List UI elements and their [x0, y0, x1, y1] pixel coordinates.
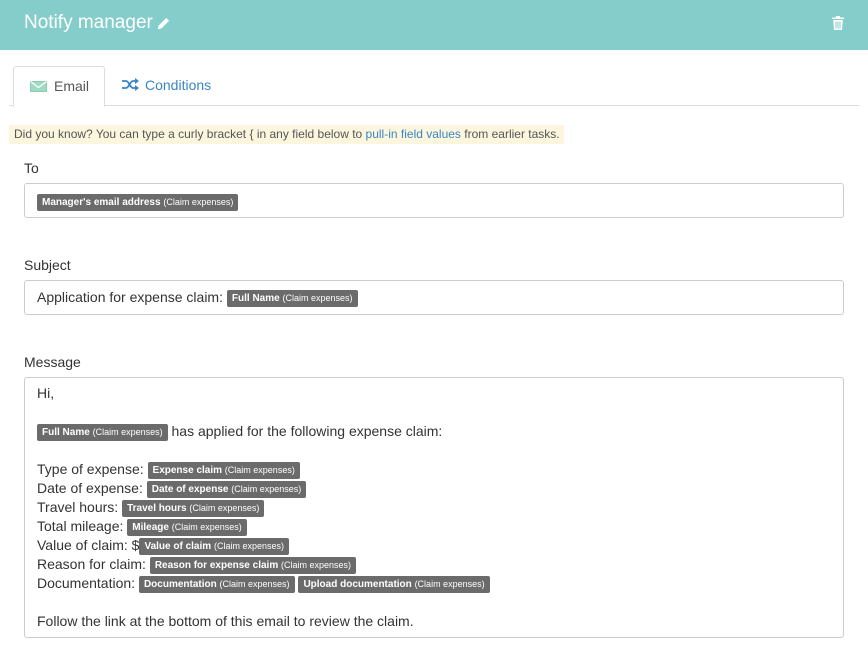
tab-email[interactable]: Email — [13, 66, 105, 107]
message-footer: Follow the link at the bottom of this em… — [37, 613, 414, 629]
shuffle-icon — [122, 78, 139, 91]
task-header: Notify manager — [0, 0, 868, 50]
pull-in-field-values-link[interactable]: pull-in field values — [366, 127, 461, 141]
message-row: Travel hours: Travel hours (Claim expens… — [37, 498, 265, 517]
envelope-icon — [30, 81, 47, 92]
tab-bar: Email Conditions — [9, 66, 859, 107]
field-chip[interactable]: Expense claim (Claim expenses) — [147, 461, 300, 479]
field-chip[interactable]: Value of claim (Claim expenses) — [139, 537, 289, 555]
message-field[interactable]: Hi, Full Name (Claim expenses) has appli… — [24, 377, 844, 638]
subject-field[interactable]: Application for expense claim: Full Name… — [24, 280, 844, 315]
field-chip[interactable]: Upload documentation (Claim expenses) — [298, 575, 490, 593]
tip-banner: Did you know? You can type a curly brack… — [9, 125, 564, 144]
message-label: Message — [24, 354, 81, 370]
to-label: To — [24, 160, 39, 176]
tab-conditions[interactable]: Conditions — [120, 66, 230, 106]
trash-icon[interactable] — [832, 16, 844, 30]
tab-conditions-label: Conditions — [145, 77, 212, 93]
field-chip[interactable]: Full Name (Claim expenses) — [226, 289, 358, 307]
message-row: Type of expense: Expense claim (Claim ex… — [37, 460, 300, 479]
message-row: Date of expense: Date of expense (Claim … — [37, 479, 307, 498]
subject-label: Subject — [24, 257, 71, 273]
field-chip[interactable]: Travel hours (Claim expenses) — [122, 499, 265, 517]
subject-text: Application for expense claim: — [37, 289, 223, 305]
field-chip[interactable]: Documentation (Claim expenses) — [138, 575, 295, 593]
tip-prefix: Did you know? You can type a curly brack… — [14, 127, 366, 141]
field-chip[interactable]: Full Name (Claim expenses) — [37, 423, 168, 441]
field-chip[interactable]: Manager's email address (Claim expenses) — [37, 193, 239, 211]
message-row: Total mileage: Mileage (Claim expenses) — [37, 517, 247, 536]
task-title[interactable]: Notify manager — [24, 12, 153, 34]
message-intro: Full Name (Claim expenses) has applied f… — [37, 422, 442, 441]
message-row: Value of claim: $ Value of claim (Claim e… — [37, 536, 289, 555]
pencil-icon[interactable] — [156, 16, 171, 31]
message-row: Documentation: Documentation (Claim expe… — [37, 574, 490, 593]
to-field[interactable]: Manager's email address (Claim expenses) — [24, 183, 844, 218]
field-chip[interactable]: Reason for expense claim (Claim expenses… — [149, 556, 357, 574]
message-greeting: Hi, — [37, 385, 55, 401]
tip-suffix: from earlier tasks. — [460, 127, 560, 141]
field-chip[interactable]: Date of expense (Claim expenses) — [146, 480, 307, 498]
tab-email-label: Email — [54, 78, 90, 94]
message-row: Reason for claim: Reason for expense cla… — [37, 555, 357, 574]
field-chip[interactable]: Mileage (Claim expenses) — [127, 518, 247, 536]
